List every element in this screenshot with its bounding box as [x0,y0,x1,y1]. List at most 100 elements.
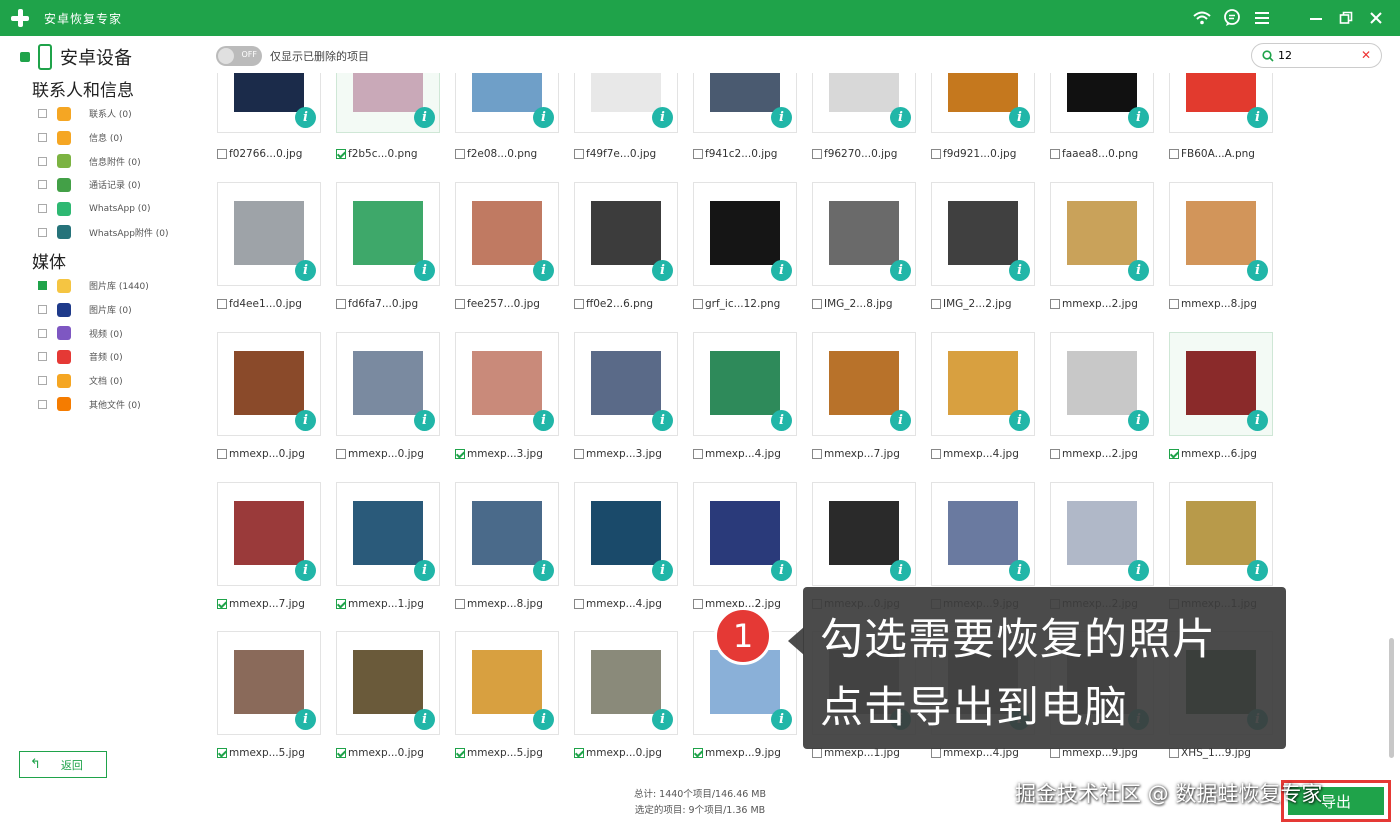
photo-thumbnail-frame[interactable]: i [217,332,321,436]
file-label[interactable]: IMG_2...8.jpg [812,296,893,312]
photo-thumbnail-frame[interactable]: i [693,73,797,133]
info-icon[interactable]: i [771,709,792,730]
scrollbar-thumb[interactable] [1389,638,1394,758]
photo-thumbnail-frame[interactable]: i [217,73,321,133]
file-checkbox[interactable] [217,299,227,309]
file-checkbox[interactable] [217,149,227,159]
file-label[interactable]: mmexp...9.jpg [693,745,781,761]
file-label[interactable]: fee257...0.jpg [455,296,540,312]
file-label[interactable]: mmexp...5.jpg [455,745,543,761]
category-checkbox[interactable] [38,204,47,214]
info-icon[interactable]: i [414,560,435,581]
file-label[interactable]: f02766...0.jpg [217,146,302,162]
file-label[interactable]: mmexp...7.jpg [217,596,305,612]
file-checkbox[interactable] [812,299,822,309]
category-checkbox[interactable] [38,109,47,119]
restore-icon[interactable] [1336,8,1356,28]
photo-thumbnail-frame[interactable]: i [217,182,321,286]
photo-thumbnail-frame[interactable]: i [812,332,916,436]
file-checkbox[interactable] [1050,748,1060,758]
photo-thumbnail-frame[interactable]: i [1169,182,1273,286]
file-checkbox[interactable] [1050,449,1060,459]
info-icon[interactable]: i [414,107,435,128]
file-checkbox[interactable] [455,748,465,758]
info-icon[interactable]: i [414,260,435,281]
photo-thumbnail-frame[interactable]: i [455,482,559,586]
file-checkbox[interactable] [336,599,346,609]
photo-thumbnail-frame[interactable]: i [217,482,321,586]
photo-thumbnail-frame[interactable]: i [574,73,678,133]
file-label[interactable]: mmexp...4.jpg [574,596,662,612]
photo-thumbnail-frame[interactable]: i [336,631,440,735]
category-checkbox[interactable] [38,133,47,143]
photo-thumbnail-frame[interactable]: i [812,73,916,133]
info-icon[interactable]: i [414,410,435,431]
device-radio[interactable] [20,52,30,62]
device-selector[interactable]: 安卓设备 [20,44,132,70]
sidebar-item[interactable]: 音频 (0) [38,345,149,369]
photo-thumbnail-frame[interactable]: i [931,182,1035,286]
file-checkbox[interactable] [812,449,822,459]
category-checkbox[interactable] [38,180,47,190]
photo-thumbnail-frame[interactable]: i [812,182,916,286]
file-label[interactable]: mmexp...3.jpg [455,446,543,462]
scrollbar[interactable] [1388,73,1396,771]
info-icon[interactable]: i [533,560,554,581]
info-icon[interactable]: i [1247,410,1268,431]
file-label[interactable]: mmexp...2.jpg [1050,296,1138,312]
file-checkbox[interactable] [455,149,465,159]
file-label[interactable]: mmexp...3.jpg [574,446,662,462]
photo-thumbnail-frame[interactable]: i [1169,482,1273,586]
file-label[interactable]: f49f7e...0.jpg [574,146,656,162]
file-label[interactable]: fd6fa7...0.jpg [336,296,418,312]
file-checkbox[interactable] [336,299,346,309]
sidebar-item[interactable]: 图片库 (0) [38,298,149,322]
info-icon[interactable]: i [1009,107,1030,128]
file-label[interactable]: f941c2...0.jpg [693,146,777,162]
info-icon[interactable]: i [295,560,316,581]
info-icon[interactable]: i [295,260,316,281]
file-label[interactable]: f2e08...0.png [455,146,537,162]
file-checkbox[interactable] [336,748,346,758]
info-icon[interactable]: i [1009,410,1030,431]
info-icon[interactable]: i [1128,107,1149,128]
file-checkbox[interactable] [574,449,584,459]
file-checkbox[interactable] [693,299,703,309]
photo-thumbnail-frame[interactable]: i [1050,73,1154,133]
photo-thumbnail-frame[interactable]: i [455,182,559,286]
sidebar-item[interactable]: WhatsApp (0) [38,197,169,221]
file-checkbox[interactable] [217,449,227,459]
category-checkbox[interactable] [38,328,47,338]
file-label[interactable]: ff0e2...6.png [574,296,653,312]
file-label[interactable]: FB60A...A.png [1169,146,1255,162]
photo-thumbnail-frame[interactable]: i [1050,332,1154,436]
photo-thumbnail-frame[interactable]: i [574,182,678,286]
file-checkbox[interactable] [574,599,584,609]
file-checkbox[interactable] [693,599,703,609]
info-icon[interactable]: i [652,709,673,730]
info-icon[interactable]: i [533,260,554,281]
category-checkbox[interactable] [38,227,47,237]
photo-thumbnail-frame[interactable]: i [574,631,678,735]
sidebar-item[interactable]: 图片库 (1440) [38,274,149,298]
file-label[interactable]: IMG_2...2.jpg [931,296,1012,312]
clear-search-icon[interactable]: ✕ [1361,48,1371,62]
photo-thumbnail-frame[interactable]: i [336,182,440,286]
photo-thumbnail-frame[interactable]: i [1169,73,1273,133]
file-checkbox[interactable] [455,599,465,609]
file-checkbox[interactable] [931,748,941,758]
file-checkbox[interactable] [931,449,941,459]
file-checkbox[interactable] [455,449,465,459]
info-icon[interactable]: i [652,560,673,581]
search-box[interactable]: ✕ [1251,43,1382,68]
file-label[interactable]: mmexp...0.jpg [336,745,424,761]
file-label[interactable]: mmexp...4.jpg [693,446,781,462]
photo-thumbnail-frame[interactable]: i [455,631,559,735]
photo-thumbnail-frame[interactable]: i [693,182,797,286]
file-checkbox[interactable] [1169,149,1179,159]
sidebar-item[interactable]: 通话记录 (0) [38,173,169,197]
info-icon[interactable]: i [652,107,673,128]
photo-thumbnail-frame[interactable]: i [336,73,440,133]
file-checkbox[interactable] [812,149,822,159]
file-label[interactable]: mmexp...7.jpg [812,446,900,462]
